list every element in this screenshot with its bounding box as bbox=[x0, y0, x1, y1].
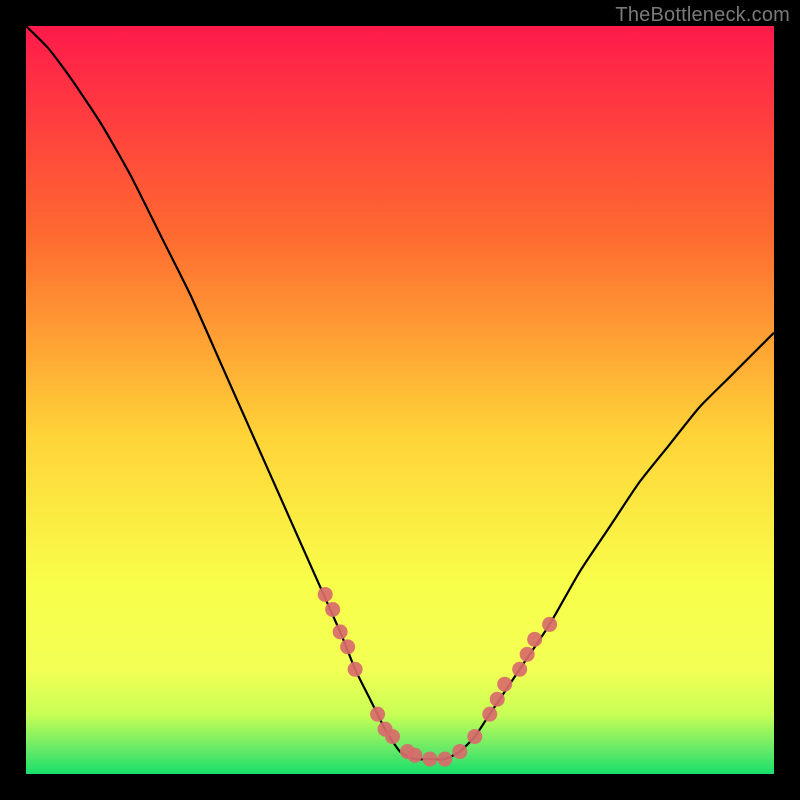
marker-dot bbox=[452, 744, 467, 759]
marker-dot bbox=[385, 729, 400, 744]
watermark-text: TheBottleneck.com bbox=[615, 4, 790, 27]
marker-dot bbox=[490, 692, 505, 707]
marker-dot bbox=[512, 662, 527, 677]
chart-frame bbox=[26, 26, 774, 774]
marker-dot bbox=[520, 647, 535, 662]
gradient-background bbox=[26, 26, 774, 774]
marker-dot bbox=[527, 632, 542, 647]
marker-dot bbox=[467, 729, 482, 744]
marker-dot bbox=[437, 752, 452, 767]
marker-dot bbox=[370, 707, 385, 722]
marker-dot bbox=[340, 639, 355, 654]
bottleneck-chart bbox=[26, 26, 774, 774]
marker-dot bbox=[407, 748, 422, 763]
marker-dot bbox=[542, 617, 557, 632]
marker-dot bbox=[482, 707, 497, 722]
marker-dot bbox=[348, 662, 363, 677]
marker-dot bbox=[497, 677, 512, 692]
marker-dot bbox=[325, 602, 340, 617]
marker-dot bbox=[422, 752, 437, 767]
marker-dot bbox=[333, 624, 348, 639]
marker-dot bbox=[318, 587, 333, 602]
